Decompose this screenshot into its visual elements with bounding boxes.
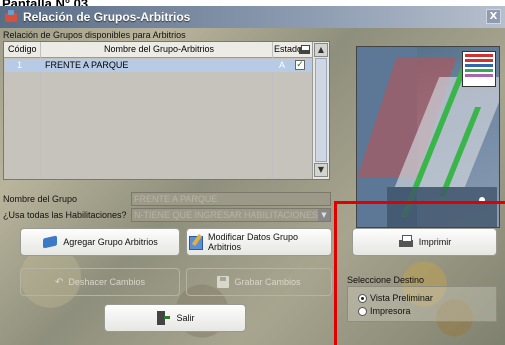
modify-group-label: Modificar Datos Grupo Arbitrios	[208, 232, 299, 252]
scroll-up-button[interactable]: ▲	[314, 43, 328, 57]
app-window: Relación de Grupos-Arbitrios X Relación …	[0, 6, 505, 345]
radio-selected-icon	[358, 293, 367, 303]
print-label: Imprimir	[418, 237, 452, 247]
scroll-down-button[interactable]: ▼	[314, 163, 328, 177]
radio-icon	[358, 306, 367, 316]
book-icon	[42, 234, 58, 250]
exit-icon	[155, 310, 171, 326]
grid-scrollbar[interactable]: ▲ ▼	[312, 42, 329, 179]
printer-icon	[398, 234, 414, 250]
save-changes-button[interactable]: Grabar Cambios	[186, 268, 332, 296]
undo-changes-button[interactable]: ↶ Deshacer Cambios	[20, 268, 180, 296]
close-button[interactable]: X	[486, 9, 501, 24]
save-changes-label: Grabar Cambios	[234, 277, 301, 287]
highlight-box-top	[334, 201, 505, 204]
title-bar: Relación de Grupos-Arbitrios X	[0, 6, 505, 28]
save-icon	[217, 276, 230, 288]
radio-impresora-label: Impresora	[370, 306, 411, 316]
grid-header: Código Nombre del Grupo-Arbitrios Estado	[4, 42, 313, 58]
column-header-name[interactable]: Nombre del Grupo-Arbitrios	[104, 44, 214, 54]
exit-label: Salir	[176, 313, 195, 323]
table-row[interactable]: 1 FRENTE A PARQUE A ✓	[5, 59, 312, 72]
modify-group-button[interactable]: Modificar Datos Grupo Arbitrios	[186, 228, 332, 256]
add-group-label: Agregar Grupo Arbitrios	[63, 237, 158, 247]
scroll-thumb[interactable]	[315, 58, 327, 162]
app-icon	[4, 10, 18, 24]
edit-icon	[187, 234, 203, 250]
printer-icon	[298, 44, 311, 57]
habilitaciones-label: ¿Usa todas las Habilitaciones?	[3, 210, 127, 220]
radio-vista-preliminar[interactable]: Vista Preliminar	[358, 293, 433, 303]
radio-vista-preliminar-label: Vista Preliminar	[370, 293, 433, 303]
habilitaciones-select[interactable]: N-TIENE QUE INGRESAR HABILITACIONES ▼	[131, 208, 331, 222]
window-title: Relación de Grupos-Arbitrios	[23, 10, 191, 24]
row-estado: A	[279, 60, 286, 70]
row-code: 1	[17, 60, 23, 70]
groups-grid: Código Nombre del Grupo-Arbitrios Estado…	[3, 41, 330, 180]
undo-icon: ↶	[55, 276, 64, 288]
destination-label: Seleccione Destino	[347, 275, 425, 285]
grid-caption: Relación de Grupos disponibles para Arbi…	[3, 30, 186, 40]
row-checkbox[interactable]: ✓	[295, 60, 305, 70]
highlight-box-left	[334, 201, 337, 345]
map-legend	[462, 51, 496, 87]
nombre-field[interactable]: FRENTE A PARQUE	[131, 192, 331, 206]
row-name: FRENTE A PARQUE	[45, 60, 129, 70]
destination-group: Vista Preliminar Impresora	[347, 286, 497, 322]
print-button[interactable]: Imprimir	[352, 228, 497, 256]
chevron-down-icon[interactable]: ▼	[318, 209, 330, 221]
add-group-button[interactable]: Agregar Grupo Arbitrios	[20, 228, 180, 256]
habilitaciones-value: N-TIENE QUE INGRESAR HABILITACIONES	[134, 210, 318, 220]
radio-impresora[interactable]: Impresora	[358, 306, 411, 316]
nombre-label: Nombre del Grupo	[3, 194, 78, 204]
exit-button[interactable]: Salir	[104, 304, 246, 332]
undo-changes-label: Deshacer Cambios	[68, 277, 145, 287]
column-header-code[interactable]: Código	[8, 44, 37, 54]
